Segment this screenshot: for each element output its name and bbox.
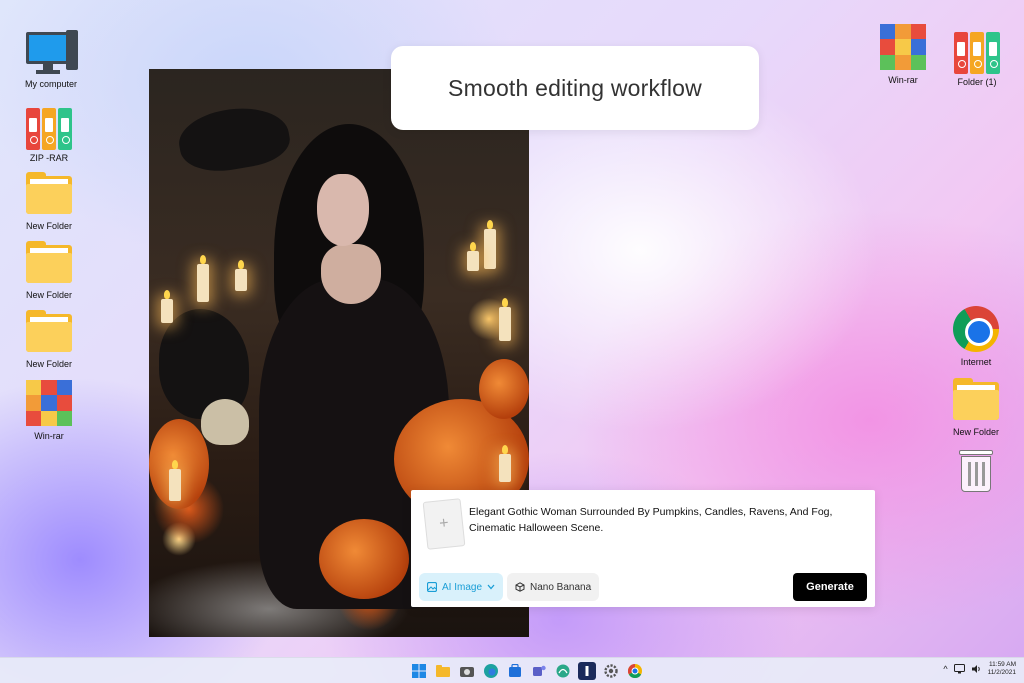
desktop-icon-label: ZIP -RAR bbox=[29, 153, 69, 163]
desktop-icon-my-computer[interactable]: My computer bbox=[14, 28, 88, 89]
desktop-icon-label: Win-rar bbox=[888, 75, 918, 85]
settings-icon[interactable] bbox=[602, 662, 620, 680]
desktop-icon-new-folder-3[interactable]: New Folder bbox=[12, 308, 86, 369]
maps-icon[interactable] bbox=[554, 662, 572, 680]
feature-title: Smooth editing workflow bbox=[448, 74, 702, 101]
folder-icon bbox=[951, 376, 1001, 424]
desktop-icon-label: New Folder bbox=[25, 221, 72, 231]
folder-icon bbox=[24, 308, 74, 356]
chrome-icon bbox=[951, 306, 1001, 354]
generate-button[interactable]: Generate bbox=[793, 573, 867, 601]
teams-icon[interactable] bbox=[530, 662, 548, 680]
computer-icon bbox=[26, 28, 78, 76]
clock-time: 11:59 AM bbox=[989, 661, 1016, 668]
model-select-label: Nano Banana bbox=[530, 581, 592, 593]
desktop-icon-label: Internet bbox=[960, 357, 992, 367]
folder-icon bbox=[24, 239, 74, 287]
plus-icon: + bbox=[438, 514, 450, 533]
store-icon[interactable] bbox=[506, 662, 524, 680]
desktop-icon-label: Folder (1) bbox=[957, 77, 997, 87]
chrome-taskbar-icon[interactable] bbox=[626, 662, 644, 680]
winrar-icon bbox=[878, 24, 928, 72]
desktop-icon-win-rar-right[interactable]: Win-rar bbox=[866, 24, 940, 85]
desktop-icon-win-rar-left[interactable]: Win-rar bbox=[12, 380, 86, 441]
image-icon bbox=[427, 582, 437, 592]
feature-title-card: Smooth editing workflow bbox=[391, 46, 759, 130]
desktop-icon-label: New Folder bbox=[25, 359, 72, 369]
network-icon[interactable] bbox=[953, 664, 965, 674]
file-explorer-icon[interactable] bbox=[434, 662, 452, 680]
desktop-icon-label: Win-rar bbox=[34, 431, 64, 441]
mode-select-ai-image[interactable]: AI Image bbox=[419, 573, 504, 601]
clock-date: 11/2/2021 bbox=[987, 669, 1016, 676]
desktop-icon-zip-rar[interactable]: ZIP -RAR bbox=[12, 102, 86, 163]
winrar-icon bbox=[24, 380, 74, 428]
taskbar-apps bbox=[410, 662, 644, 680]
cube-icon bbox=[515, 582, 525, 592]
volume-icon[interactable] bbox=[971, 664, 982, 674]
binders-icon bbox=[24, 102, 74, 150]
taskbar: ^ 11:59 AM 11/2/2021 bbox=[0, 657, 1024, 683]
recycle-bin-icon bbox=[951, 446, 1001, 494]
edge-icon[interactable] bbox=[482, 662, 500, 680]
binders-icon bbox=[952, 26, 1002, 74]
desktop-icon-internet[interactable]: Internet bbox=[939, 306, 1013, 367]
chevron-down-icon bbox=[487, 584, 495, 590]
desktop-icon-folder-1[interactable]: Folder (1) bbox=[940, 26, 1014, 87]
desktop-icon-new-folder-right[interactable]: New Folder bbox=[939, 376, 1013, 437]
camera-icon[interactable] bbox=[458, 662, 476, 680]
desktop-icon-label: New Folder bbox=[952, 427, 999, 437]
folder-icon bbox=[24, 170, 74, 218]
prompt-input[interactable]: Elegant Gothic Woman Surrounded By Pumpk… bbox=[469, 504, 859, 536]
desktop-icon-label: My computer bbox=[24, 79, 77, 89]
clock[interactable]: 11:59 AM 11/2/2021 bbox=[988, 661, 1016, 677]
desktop-icon-recycle-bin[interactable] bbox=[939, 446, 1013, 494]
prompt-panel: + Elegant Gothic Woman Surrounded By Pum… bbox=[411, 490, 875, 607]
system-tray: ^ 11:59 AM 11/2/2021 bbox=[943, 661, 1016, 677]
desktop-icon-label: New Folder bbox=[25, 290, 72, 300]
windows-start-icon[interactable] bbox=[410, 662, 428, 680]
desktop-icon-new-folder-2[interactable]: New Folder bbox=[12, 239, 86, 300]
desktop-icon-new-folder-1[interactable]: New Folder bbox=[12, 170, 86, 231]
chevron-up-icon[interactable]: ^ bbox=[943, 664, 947, 674]
upload-image-button[interactable]: + bbox=[422, 498, 466, 550]
mode-select-label: AI Image bbox=[442, 581, 483, 593]
app-icon[interactable] bbox=[578, 662, 596, 680]
model-select-button[interactable]: Nano Banana bbox=[507, 573, 600, 601]
